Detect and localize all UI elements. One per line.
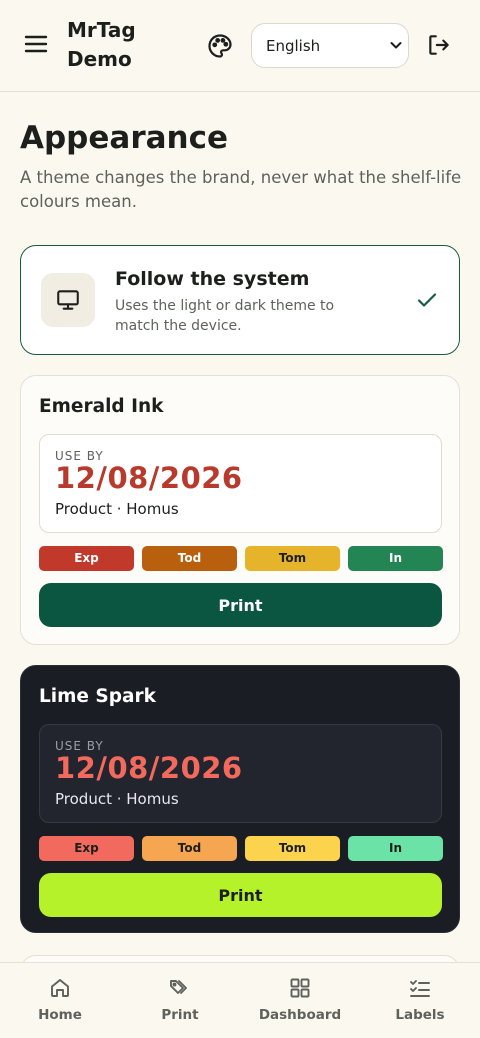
theme-card-emerald-ink[interactable]: Emerald Ink USE BY 12/08/2026 Product · … <box>20 375 460 645</box>
nav-print-label: Print <box>161 1007 199 1023</box>
nav-dashboard[interactable]: Dashboard <box>240 963 360 1038</box>
theme-name: Lime Spark <box>39 686 156 707</box>
chip-today: Tod <box>142 546 237 571</box>
product-name: Product · Homus <box>55 790 179 808</box>
logout-button[interactable] <box>426 32 452 58</box>
list-check-icon <box>410 980 430 997</box>
page-subtitle: A theme changes the brand, never what th… <box>20 168 462 211</box>
brand-name[interactable]: MrTag Demo <box>67 16 177 74</box>
page-title: Appearance <box>20 120 228 156</box>
label-preview: USE BY 12/08/2026 Product · Homus <box>39 434 442 533</box>
tags-icon <box>170 980 187 994</box>
chip-in-date: In <box>348 836 443 861</box>
theme-name: Emerald Ink <box>39 396 164 417</box>
palette-icon <box>208 34 232 58</box>
follow-system-title: Follow the system <box>115 268 310 290</box>
follow-system-option[interactable]: Follow the system Uses the light or dark… <box>20 245 460 355</box>
print-button[interactable]: Print <box>39 583 442 627</box>
system-icon-box <box>41 273 95 327</box>
shelf-life-chips: Exp Tod Tom In <box>39 836 443 861</box>
logout-icon <box>429 35 449 55</box>
follow-system-description: Uses the light or dark theme to match th… <box>115 298 335 334</box>
shelf-life-chips: Exp Tod Tom In <box>39 546 443 571</box>
theme-card-lime-spark[interactable]: Lime Spark USE BY 12/08/2026 Product · H… <box>20 665 460 933</box>
chip-expired: Exp <box>39 836 134 861</box>
language-select[interactable]: English <box>251 23 409 68</box>
use-by-date: 12/08/2026 <box>55 461 243 495</box>
nav-home-label: Home <box>38 1007 82 1023</box>
theme-palette-button[interactable] <box>206 32 234 60</box>
chip-in-date: In <box>348 546 443 571</box>
print-button[interactable]: Print <box>39 873 442 917</box>
chip-expired: Exp <box>39 546 134 571</box>
bottom-nav: Home Print Dashboard Labels <box>0 962 480 1038</box>
nav-dashboard-label: Dashboard <box>258 1007 342 1023</box>
app-header: MrTag Demo English <box>0 0 480 92</box>
check-icon <box>417 293 437 307</box>
chip-today: Tod <box>142 836 237 861</box>
chip-tomorrow: Tom <box>245 546 340 571</box>
grid-icon <box>290 978 310 998</box>
nav-print[interactable]: Print <box>120 963 240 1038</box>
monitor-icon <box>57 290 79 310</box>
product-name: Product · Homus <box>55 500 179 518</box>
nav-home[interactable]: Home <box>0 963 120 1038</box>
menu-button[interactable] <box>22 30 50 58</box>
home-icon <box>51 979 69 997</box>
nav-labels-label: Labels <box>395 1007 445 1023</box>
label-preview: USE BY 12/08/2026 Product · Homus <box>39 724 442 823</box>
use-by-date: 12/08/2026 <box>55 751 243 785</box>
chip-tomorrow: Tom <box>245 836 340 861</box>
nav-labels[interactable]: Labels <box>360 963 480 1038</box>
menu-icon <box>24 35 48 53</box>
